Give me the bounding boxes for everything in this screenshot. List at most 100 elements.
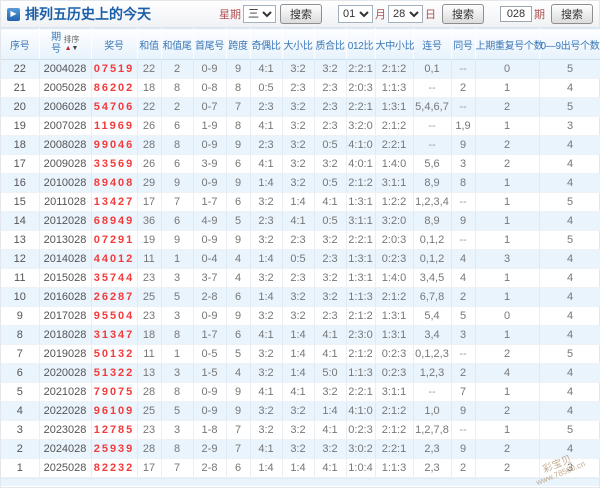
cell: 0 <box>475 60 539 79</box>
cell: 1:3:1 <box>375 98 413 117</box>
cell: -- <box>413 117 451 136</box>
cell: 3:2:0 <box>346 117 375 136</box>
cell: 6 <box>226 193 250 212</box>
cell: 0-9 <box>193 136 226 155</box>
table-row: 202006028547062220-772:33:22:32:2:11:3:1… <box>1 98 600 117</box>
cell: 8 <box>161 383 193 402</box>
cell: 3 <box>1 421 39 440</box>
cell: 7 <box>1 345 39 364</box>
cell: 0:5 <box>282 250 314 269</box>
cell: 2 <box>451 288 475 307</box>
table-row: 182008028990462880-992:33:20:54:1:02:2:1… <box>1 136 600 155</box>
cell: 2:3 <box>314 250 346 269</box>
cell: 13 <box>1 231 39 250</box>
prize-number-cell: 35744 <box>91 269 137 288</box>
cell: 1:4 <box>282 364 314 383</box>
cell: 2022028 <box>39 402 91 421</box>
cell: 2:3 <box>250 136 282 155</box>
cell: 0,1,2 <box>413 231 451 250</box>
prize-number-cell: 54706 <box>91 98 137 117</box>
table-row: 102016028262872552-861:43:23:21:1:32:1:2… <box>1 288 600 307</box>
cell: 3:1:1 <box>375 383 413 402</box>
cell: 2:2:1 <box>346 60 375 79</box>
cell: 3:2 <box>250 421 282 440</box>
cell: 2:1:2 <box>375 402 413 421</box>
cell: 4 <box>539 136 600 155</box>
table-row: 192007028119692661-984:13:22:33:2:02:1:2… <box>1 117 600 136</box>
prize-number-cell: 07519 <box>91 60 137 79</box>
cell: 4:1:0 <box>346 136 375 155</box>
cell: 3:2 <box>314 288 346 307</box>
cell: 1 <box>475 212 539 231</box>
table-row: 132013028072911990-993:22:33:22:2:12:0:3… <box>1 231 600 250</box>
cell: 22 <box>137 60 161 79</box>
cell: 3:2 <box>282 174 314 193</box>
day-select[interactable]: 28 <box>388 5 423 23</box>
cell: 3 <box>475 250 539 269</box>
cell: 7 <box>161 459 193 478</box>
cell: 21 <box>1 79 39 98</box>
cell: 11 <box>1 269 39 288</box>
cell: 23 <box>137 307 161 326</box>
cell: 3:2 <box>250 193 282 212</box>
table-row: 122014028440121110-441:40:52:31:3:10:2:3… <box>1 250 600 269</box>
cell: 8 <box>161 440 193 459</box>
cell: 2010028 <box>39 174 91 193</box>
prize-number-cell: 50132 <box>91 345 137 364</box>
cell: 19 <box>1 117 39 136</box>
cell: 2 <box>475 98 539 117</box>
table-header-row: 序号 期号 排序 ▲▼ 奖号 和值 和值尾 首尾号 跨度 奇偶比 大小比 <box>1 29 600 60</box>
cell: 0-9 <box>193 60 226 79</box>
cell: 4 <box>451 250 475 269</box>
cell: 4 <box>475 364 539 383</box>
cell: 5 <box>539 60 600 79</box>
cell: 4 <box>539 155 600 174</box>
prize-number-cell: 11969 <box>91 117 137 136</box>
sort-desc-icon[interactable]: ▼ <box>72 45 79 52</box>
issue-input[interactable] <box>500 6 532 22</box>
cell: 28 <box>137 383 161 402</box>
cell: 1 <box>1 459 39 478</box>
col-header-primecomposite: 质合比 <box>314 29 346 60</box>
cell: 3:2 <box>314 269 346 288</box>
cell: 6 <box>226 459 250 478</box>
cell: 0-7 <box>193 98 226 117</box>
cell: -- <box>451 421 475 440</box>
cell: 17 <box>1 155 39 174</box>
cell: 1:1:3 <box>375 459 413 478</box>
cell: 2018028 <box>39 326 91 345</box>
cell: 3:2 <box>282 155 314 174</box>
month-select[interactable]: 01 <box>338 5 373 23</box>
week-select[interactable]: 三 <box>243 5 276 23</box>
week-search-button[interactable]: 搜索 <box>280 4 322 24</box>
sort-asc-icon[interactable]: ▲ <box>65 45 72 52</box>
cell: 2:1:2 <box>375 117 413 136</box>
cell: 10 <box>1 288 39 307</box>
issue-search-button[interactable]: 搜索 <box>551 4 593 24</box>
cell: 3:2 <box>282 402 314 421</box>
cell: 5:0 <box>314 364 346 383</box>
date-search-button[interactable]: 搜索 <box>442 4 484 24</box>
page-title: 排列五历史上的今天 <box>25 4 151 24</box>
table-row: 162010028894082990-991:43:20:52:1:23:1:1… <box>1 174 600 193</box>
prize-number-cell: 31347 <box>91 326 137 345</box>
cell: 2,3 <box>413 440 451 459</box>
cell: 2016028 <box>39 288 91 307</box>
cell: 3:2 <box>282 307 314 326</box>
cell: 1:4 <box>250 250 282 269</box>
cell: 4:1 <box>250 60 282 79</box>
cell: 25 <box>137 402 161 421</box>
cell: 2011028 <box>39 193 91 212</box>
cell: 4 <box>539 79 600 98</box>
sort-control[interactable]: 排序 ▲▼ <box>64 36 80 52</box>
cell: 2 <box>161 98 193 117</box>
cell: 7 <box>451 383 475 402</box>
cell: 2 <box>161 60 193 79</box>
cell: 2:1:2 <box>375 421 413 440</box>
prize-number-cell: 95504 <box>91 307 137 326</box>
cell: 0-9 <box>193 307 226 326</box>
cell: 3 <box>451 326 475 345</box>
cell: 7 <box>226 421 250 440</box>
cell: 4 <box>539 288 600 307</box>
table-row: 172009028335692663-964:13:23:24:0:11:4:0… <box>1 155 600 174</box>
